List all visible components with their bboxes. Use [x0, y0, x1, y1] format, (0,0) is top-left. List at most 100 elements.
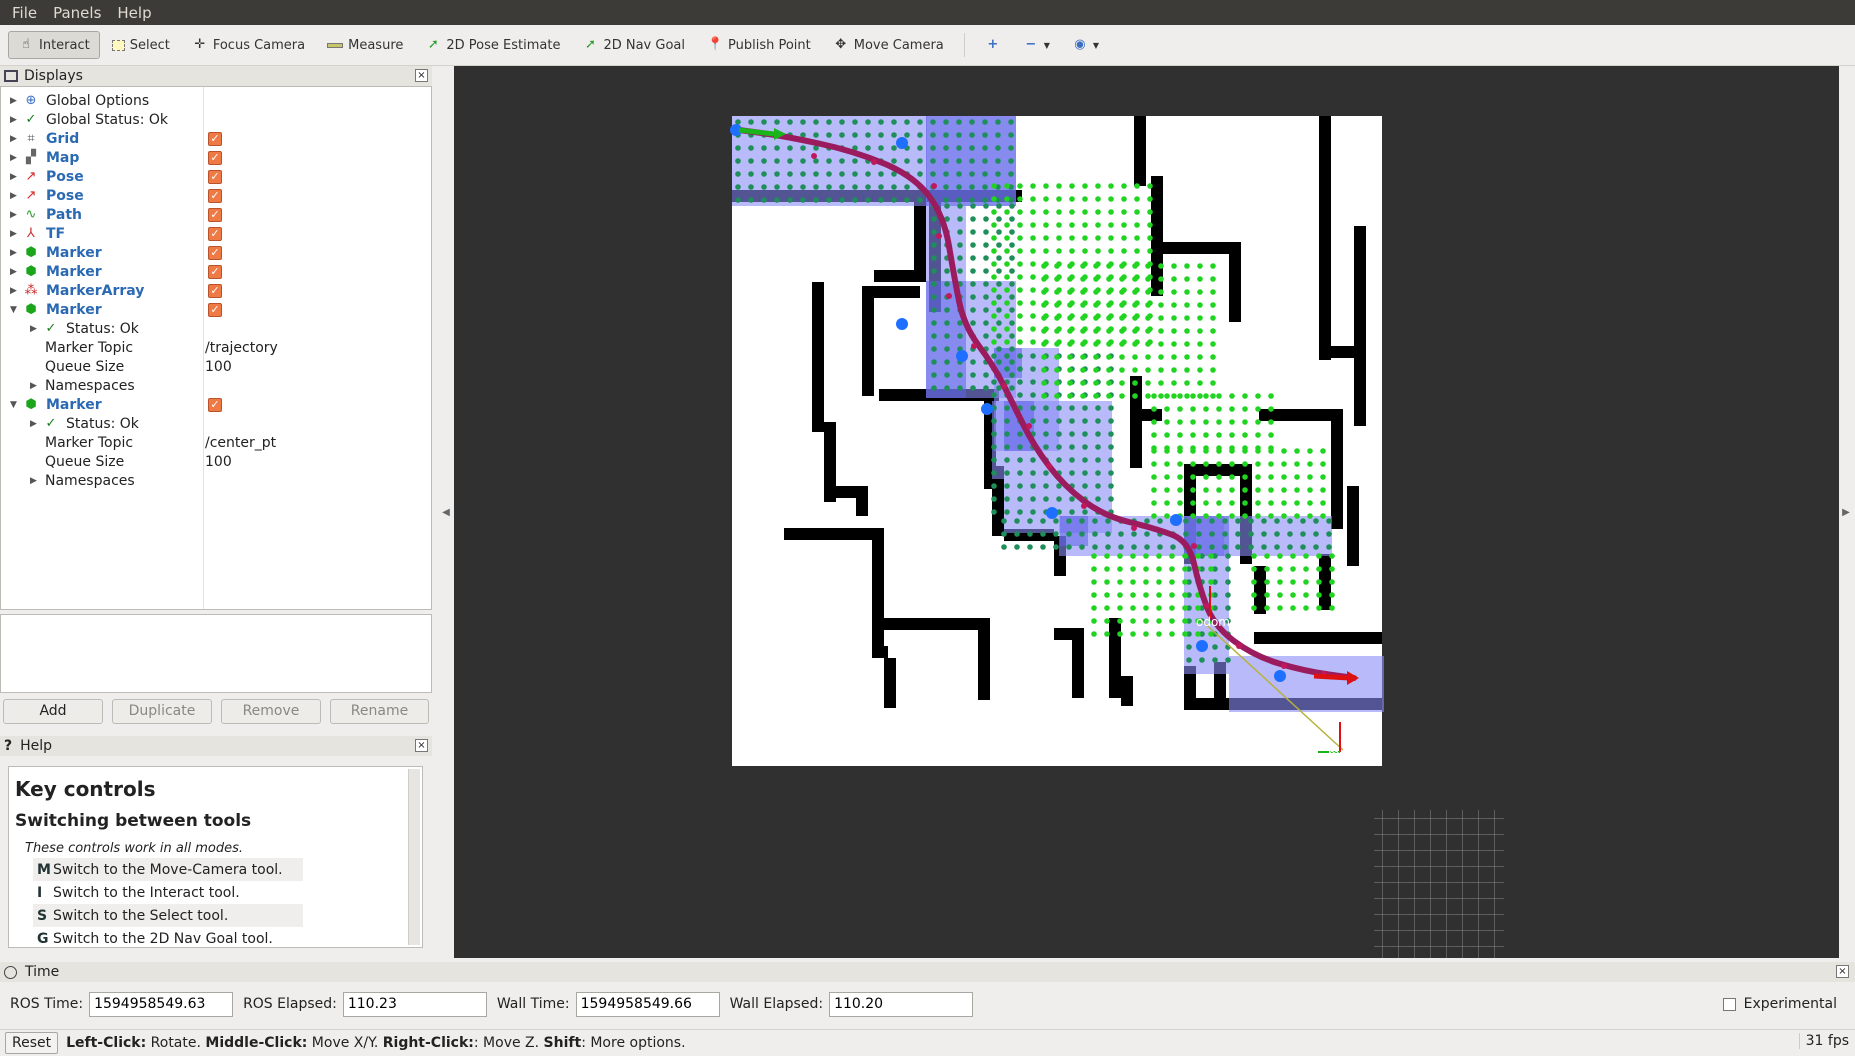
collapse-arrow-icon[interactable]: ▼: [10, 400, 20, 410]
expand-arrow-icon[interactable]: ▶: [10, 153, 20, 163]
tree-item-marker[interactable]: ▼ ⬢ Marker ✓: [1, 300, 431, 319]
wall-time-input[interactable]: [575, 991, 720, 1017]
menu-file[interactable]: File: [4, 4, 45, 22]
publish-point-tool-button[interactable]: 📍 Publish Point: [697, 31, 821, 59]
point-marker: [1229, 513, 1235, 519]
expand-arrow-icon[interactable]: ▶: [10, 96, 20, 106]
property-marker-topic[interactable]: Marker Topic/center_pt: [1, 433, 431, 452]
property-queue-size[interactable]: Queue Size 100: [1, 357, 431, 376]
tree-item-marker[interactable]: ▼ ⬢ Marker ✓: [1, 395, 431, 414]
tree-item-global-status[interactable]: ▶ ✓ Global Status: Ok: [1, 110, 431, 129]
collapse-right-handle[interactable]: ▶: [1840, 66, 1852, 958]
expand-arrow-icon[interactable]: ▶: [10, 191, 20, 201]
expand-arrow-icon[interactable]: ▶: [10, 172, 20, 182]
tree-item-map[interactable]: ▶ ▞ Map ✓: [1, 148, 431, 167]
ros-time-input[interactable]: [89, 991, 234, 1017]
property-value[interactable]: 100: [205, 359, 232, 375]
globe-icon: ⊕: [25, 92, 37, 108]
remove-button[interactable]: Remove: [221, 699, 321, 724]
expand-arrow-icon[interactable]: ▶: [30, 419, 40, 429]
point-marker: [1169, 579, 1175, 585]
property-value[interactable]: /center_pt: [205, 435, 276, 451]
point-marker: [1134, 222, 1140, 228]
collapse-arrow-icon[interactable]: ▼: [10, 305, 20, 315]
tree-item-namespaces[interactable]: ▶ Namespaces: [1, 376, 431, 395]
render-viewport[interactable]: odom map: [454, 66, 1839, 958]
enabled-checkbox[interactable]: ✓: [208, 169, 222, 184]
add-button[interactable]: Add: [3, 699, 103, 724]
experimental-toggle[interactable]: Experimental: [1722, 996, 1837, 1012]
duplicate-button[interactable]: Duplicate: [112, 699, 212, 724]
enabled-checkbox[interactable]: ✓: [208, 188, 222, 203]
enabled-checkbox[interactable]: ✓: [208, 150, 222, 165]
point-marker: [1182, 631, 1188, 637]
add-tool-button[interactable]: +: [975, 31, 1011, 59]
property-value[interactable]: /trajectory: [205, 340, 278, 356]
tree-item-status[interactable]: ▶ ✓ Status: Ok: [1, 414, 431, 433]
point-marker: [1303, 553, 1309, 559]
expand-arrow-icon[interactable]: ▶: [10, 286, 20, 296]
point-marker: [761, 197, 767, 203]
ros-elapsed-input[interactable]: [342, 991, 487, 1017]
tree-item-path[interactable]: ▶ ∿ Path ✓: [1, 205, 431, 224]
status-bar: Reset Left-Click: Rotate. Middle-Click: …: [0, 1029, 1855, 1056]
expand-arrow-icon[interactable]: ▶: [10, 267, 20, 277]
move-camera-tool-button[interactable]: ✥ Move Camera: [823, 31, 954, 59]
rename-button[interactable]: Rename: [330, 699, 429, 724]
enabled-checkbox[interactable]: ✓: [208, 226, 222, 241]
close-icon[interactable]: ×: [1836, 965, 1849, 978]
enabled-checkbox[interactable]: ✓: [208, 207, 222, 222]
tree-item-global-options[interactable]: ▶ ⊕ Global Options: [1, 91, 431, 110]
expand-arrow-icon[interactable]: ▶: [30, 324, 40, 334]
expand-arrow-icon[interactable]: ▶: [10, 229, 20, 239]
enabled-checkbox[interactable]: ✓: [208, 245, 222, 260]
enabled-checkbox[interactable]: ✓: [208, 283, 222, 298]
nav-goal-tool-button[interactable]: ➚ 2D Nav Goal: [572, 31, 695, 59]
expand-arrow-icon[interactable]: ▶: [10, 115, 20, 125]
tree-item-tf[interactable]: ▶ ⅄ TF ✓: [1, 224, 431, 243]
point-marker: [1197, 276, 1203, 282]
experimental-checkbox[interactable]: [1722, 997, 1736, 1011]
point-marker: [930, 171, 936, 177]
point-marker: [1144, 544, 1150, 550]
point-marker: [878, 119, 884, 125]
focus-camera-tool-button[interactable]: ✛ Focus Camera: [182, 31, 315, 59]
property-value[interactable]: 100: [205, 454, 232, 470]
wall-elapsed-input[interactable]: [829, 991, 974, 1017]
measure-tool-button[interactable]: Measure: [317, 32, 413, 59]
reset-button[interactable]: Reset: [5, 1032, 59, 1054]
remove-tool-button[interactable]: − ▼: [1013, 31, 1060, 59]
point-marker: [1043, 196, 1049, 202]
collapse-left-handle[interactable]: ◀: [440, 66, 452, 958]
enabled-checkbox[interactable]: ✓: [208, 264, 222, 279]
property-queue-size[interactable]: Queue Size 100: [1, 452, 431, 471]
tree-item-marker[interactable]: ▶ ⬢ Marker ✓: [1, 262, 431, 281]
tree-item-marker[interactable]: ▶ ⬢ Marker ✓: [1, 243, 431, 262]
tree-item-grid[interactable]: ▶ ⌗ Grid ✓: [1, 129, 431, 148]
tree-item-marker-array[interactable]: ▶ ⁂ MarkerArray ✓: [1, 281, 431, 300]
help-scrollbar[interactable]: [408, 769, 420, 945]
expand-arrow-icon[interactable]: ▶: [10, 210, 20, 220]
tree-item-pose[interactable]: ▶ ↗ Pose ✓: [1, 167, 431, 186]
enabled-checkbox[interactable]: ✓: [208, 397, 222, 412]
tree-item-pose[interactable]: ▶ ↗ Pose ✓: [1, 186, 431, 205]
property-marker-topic[interactable]: Marker Topic/trajectory: [1, 338, 431, 357]
menu-help[interactable]: Help: [109, 4, 159, 22]
enabled-checkbox[interactable]: ✓: [208, 302, 222, 317]
tree-item-status[interactable]: ▶ ✓ Status: Ok: [1, 319, 431, 338]
select-tool-button[interactable]: Select: [102, 32, 180, 59]
point-marker: [991, 444, 997, 450]
expand-arrow-icon[interactable]: ▶: [30, 381, 40, 391]
close-icon[interactable]: ×: [415, 739, 428, 752]
menu-panels[interactable]: Panels: [45, 4, 109, 22]
expand-arrow-icon[interactable]: ▶: [30, 476, 40, 486]
close-icon[interactable]: ×: [415, 69, 428, 82]
interact-tool-button[interactable]: ☝ Interact: [8, 31, 100, 59]
enabled-checkbox[interactable]: ✓: [208, 131, 222, 146]
tree-item-namespaces[interactable]: ▶ Namespaces: [1, 471, 431, 490]
expand-arrow-icon[interactable]: ▶: [10, 248, 20, 258]
expand-arrow-icon[interactable]: ▶: [10, 134, 20, 144]
point-marker: [1009, 203, 1015, 209]
view-options-button[interactable]: ◉ ▼: [1062, 31, 1109, 59]
pose-estimate-tool-button[interactable]: ➚ 2D Pose Estimate: [415, 31, 570, 59]
